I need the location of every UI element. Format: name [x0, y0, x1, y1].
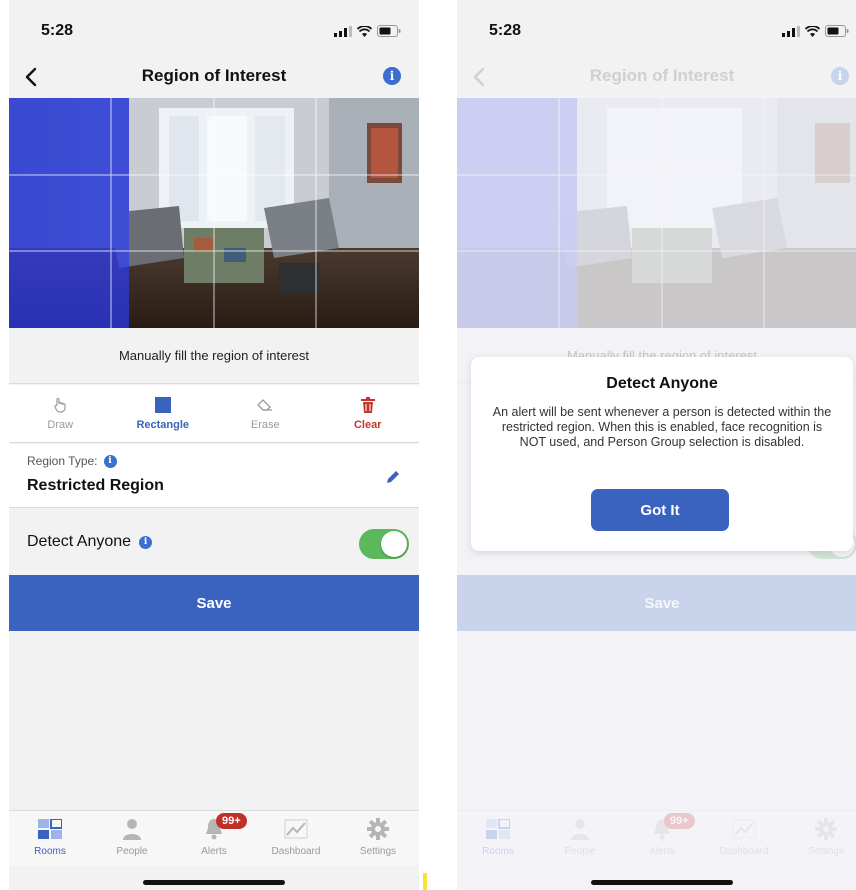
got-it-button[interactable]: Got It	[591, 489, 729, 531]
clear-tool-button[interactable]: Clear	[317, 385, 420, 442]
signal-icon	[334, 25, 352, 37]
region-type-row[interactable]: Region Type: i Restricted Region	[9, 444, 419, 508]
rectangle-tool-button[interactable]: Rectangle	[112, 385, 215, 442]
home-indicator-right	[591, 880, 733, 885]
region-type-label: Region Type:	[27, 454, 98, 468]
nav-bar: Region of Interest i	[9, 58, 419, 96]
status-time-right: 5:28	[489, 22, 522, 39]
instruction-text: Manually fill the region of interest	[9, 328, 419, 384]
detect-anyone-row: Detect Anyone i	[9, 509, 419, 575]
tab-rooms[interactable]: Rooms	[9, 811, 91, 866]
battery-icon	[377, 25, 401, 37]
detect-anyone-label: Detect Anyone	[27, 533, 132, 550]
camera-preview[interactable]	[9, 98, 419, 328]
status-bar-right: 5:28	[457, 0, 856, 58]
pencil-icon[interactable]	[385, 469, 401, 485]
info-button[interactable]: i	[383, 67, 401, 85]
detect-anyone-dialog: Detect Anyone An alert will be sent when…	[471, 357, 853, 551]
rectangle-tool-label: Rectangle	[136, 419, 190, 431]
status-icons	[334, 25, 401, 37]
status-time: 5:28	[41, 22, 74, 39]
detect-anyone-toggle[interactable]	[359, 529, 409, 559]
tab-dashboard[interactable]: Dashboard	[255, 811, 337, 866]
tab-people[interactable]: People	[91, 811, 173, 866]
marker-stripe	[423, 873, 427, 890]
clear-tool-label: Clear	[353, 419, 382, 431]
save-button[interactable]: Save	[9, 575, 419, 631]
draw-hand-icon	[53, 396, 67, 414]
detect-anyone-label-row: Detect Anyone i	[27, 533, 153, 551]
signal-icon	[782, 25, 800, 37]
tab-dashboard-label: Dashboard	[271, 846, 321, 857]
phone-screen-left: 5:28 Region of Interest i Manually fill …	[9, 0, 419, 890]
nav-bar-right: Region of Interest i	[457, 58, 856, 96]
alerts-badge: 99+	[216, 813, 247, 829]
person-icon	[122, 818, 142, 840]
page-title-right: Region of Interest	[589, 66, 735, 85]
tab-settings[interactable]: Settings	[337, 811, 419, 866]
status-bar: 5:28	[9, 0, 419, 58]
dialog-body: An alert will be sent whenever a person …	[492, 405, 832, 449]
tab-alerts[interactable]: 99+ Alerts	[173, 811, 255, 866]
detect-info-icon[interactable]: i	[139, 535, 153, 549]
eraser-icon	[257, 396, 273, 414]
info-button-right: i	[831, 67, 849, 85]
tab-settings-label: Settings	[359, 846, 397, 857]
erase-tool-label: Erase	[250, 419, 280, 431]
room-camera-image	[9, 98, 419, 328]
dialog-title: Detect Anyone	[606, 375, 718, 392]
region-info-icon[interactable]: i	[103, 454, 117, 468]
page-title: Region of Interest	[141, 66, 287, 85]
home-indicator	[143, 880, 285, 885]
region-type-label-row: Region Type: i	[27, 454, 117, 468]
tab-rooms-label: Rooms	[34, 846, 66, 857]
tab-bar: Rooms People 99+ Alerts Dashboard Settin…	[9, 810, 419, 866]
region-type-value: Restricted Region	[27, 477, 164, 494]
wifi-icon	[805, 25, 820, 37]
tab-alerts-label: Alerts	[201, 846, 227, 857]
chart-icon	[284, 818, 308, 840]
gear-icon	[367, 818, 389, 840]
rectangle-icon	[154, 396, 171, 414]
toggle-knob	[381, 531, 407, 557]
tab-people-label: People	[116, 846, 148, 857]
erase-tool-button[interactable]: Erase	[214, 385, 317, 442]
status-icons-right	[782, 25, 849, 37]
battery-icon	[825, 25, 849, 37]
trash-icon	[360, 396, 375, 414]
wifi-icon	[357, 25, 372, 37]
phone-screen-right: 5:28 Region of Interest i Detect Anyone …	[457, 0, 856, 890]
draw-tool-button[interactable]: Draw	[9, 385, 112, 442]
drawing-toolbar: Draw Rectangle Erase Clear	[9, 385, 419, 443]
rooms-icon	[38, 818, 62, 840]
draw-tool-label: Draw	[47, 419, 74, 431]
